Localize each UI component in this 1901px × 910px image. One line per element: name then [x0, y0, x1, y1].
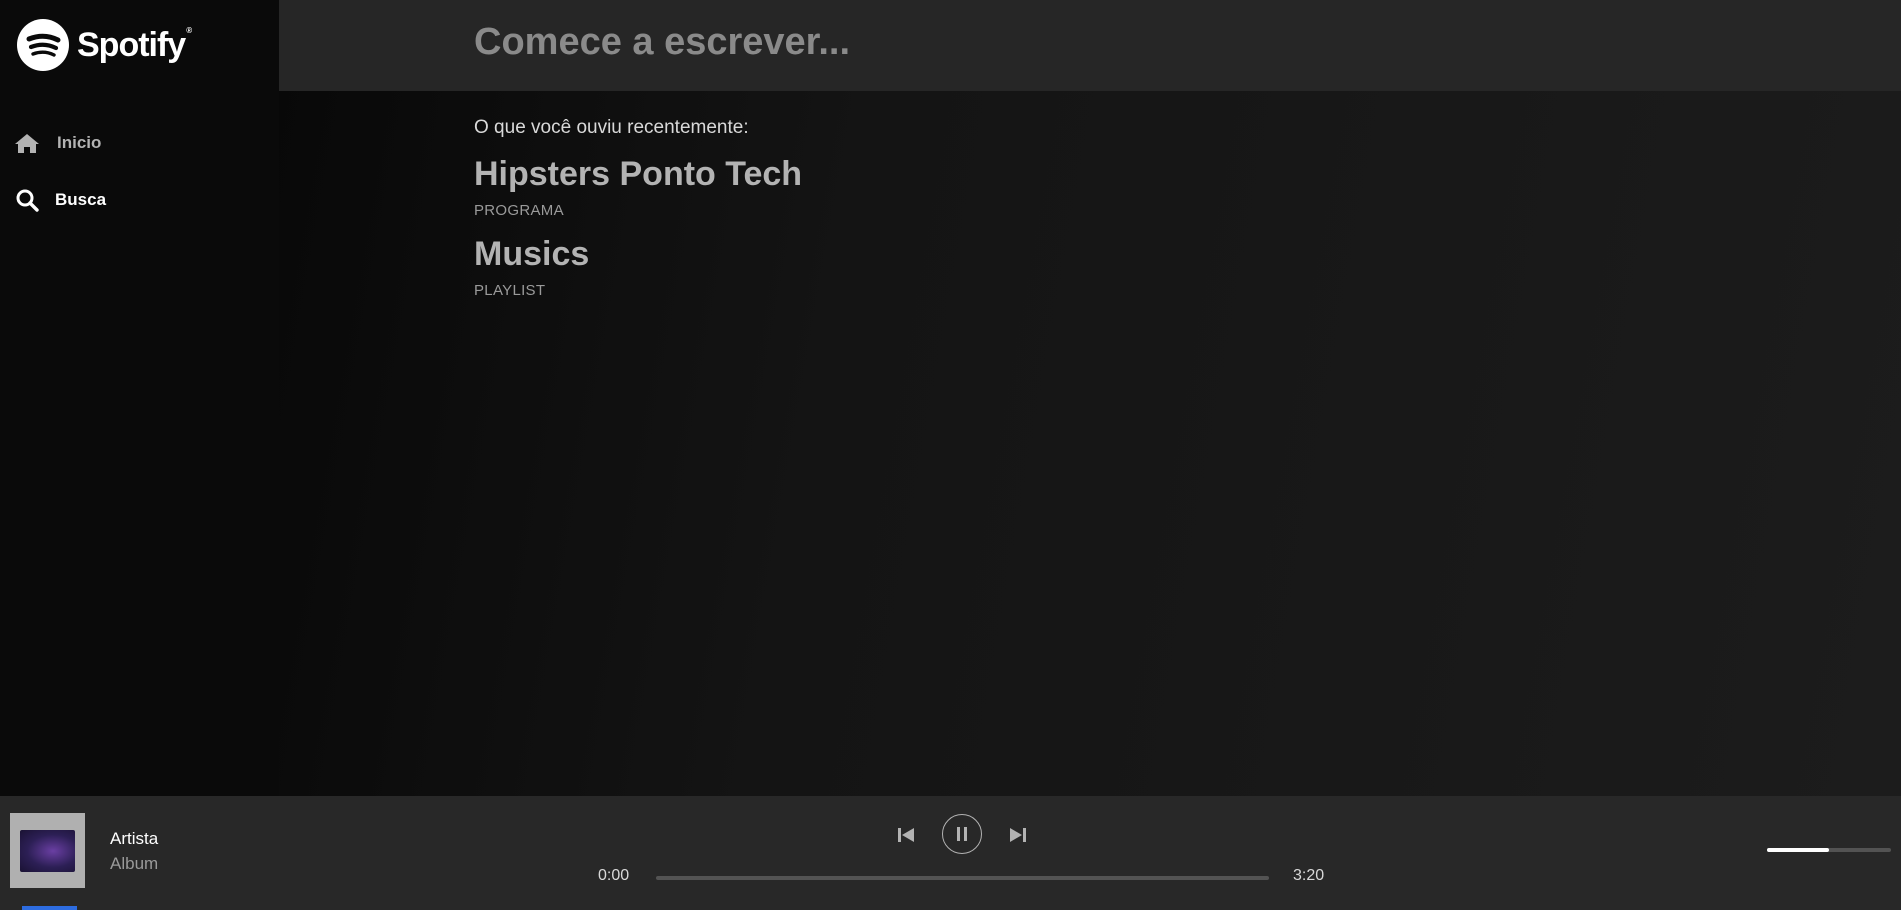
pause-button[interactable] — [942, 814, 982, 854]
track-album[interactable]: Album — [110, 854, 158, 874]
search-icon — [14, 187, 40, 213]
previous-button[interactable] — [894, 814, 918, 856]
skip-next-icon — [1010, 828, 1026, 842]
recent-item-type: PLAYLIST — [474, 282, 546, 299]
spotify-logo[interactable]: Spotify® — [17, 19, 192, 71]
sidebar: Spotify® Inicio Busca — [0, 0, 279, 796]
brand-registered-mark: ® — [186, 25, 192, 35]
recent-item-type: PROGRAMA — [474, 202, 564, 219]
volume-fill — [1767, 848, 1829, 852]
time-total: 3:20 — [1293, 867, 1325, 884]
time-current: 0:00 — [598, 867, 630, 884]
bottom-accent — [22, 906, 77, 910]
sidebar-item-busca[interactable]: Busca — [14, 187, 106, 213]
search-bar — [279, 0, 1901, 91]
playback-controls — [0, 814, 1901, 856]
progress-bar[interactable] — [656, 876, 1269, 880]
home-icon — [14, 130, 40, 156]
volume-slider[interactable] — [1767, 848, 1891, 852]
recent-item-title: Hipsters Ponto Tech — [474, 155, 803, 193]
player-bar: Artista Album 0:00 3:20 — [0, 796, 1901, 910]
skip-previous-icon — [898, 828, 914, 842]
brand-name: Spotify® — [77, 25, 192, 64]
search-input[interactable] — [474, 16, 1674, 68]
spotify-logo-icon — [17, 19, 69, 71]
recent-item[interactable]: Hipsters Ponto Tech PROGRAMA — [474, 155, 802, 219]
sidebar-item-label: Busca — [55, 190, 107, 209]
recent-item-title: Musics — [474, 235, 590, 273]
next-button[interactable] — [1006, 814, 1030, 856]
sidebar-item-label: Inicio — [57, 133, 102, 152]
sidebar-item-inicio[interactable]: Inicio — [14, 130, 101, 156]
main-content: O que você ouviu recentemente: Hipsters … — [279, 0, 1901, 796]
app: Spotify® Inicio Busca O que você ou — [0, 0, 1901, 910]
recent-item[interactable]: Musics PLAYLIST — [474, 235, 589, 299]
pause-icon — [957, 827, 967, 841]
recent-heading: O que você ouviu recentemente: — [474, 117, 749, 138]
